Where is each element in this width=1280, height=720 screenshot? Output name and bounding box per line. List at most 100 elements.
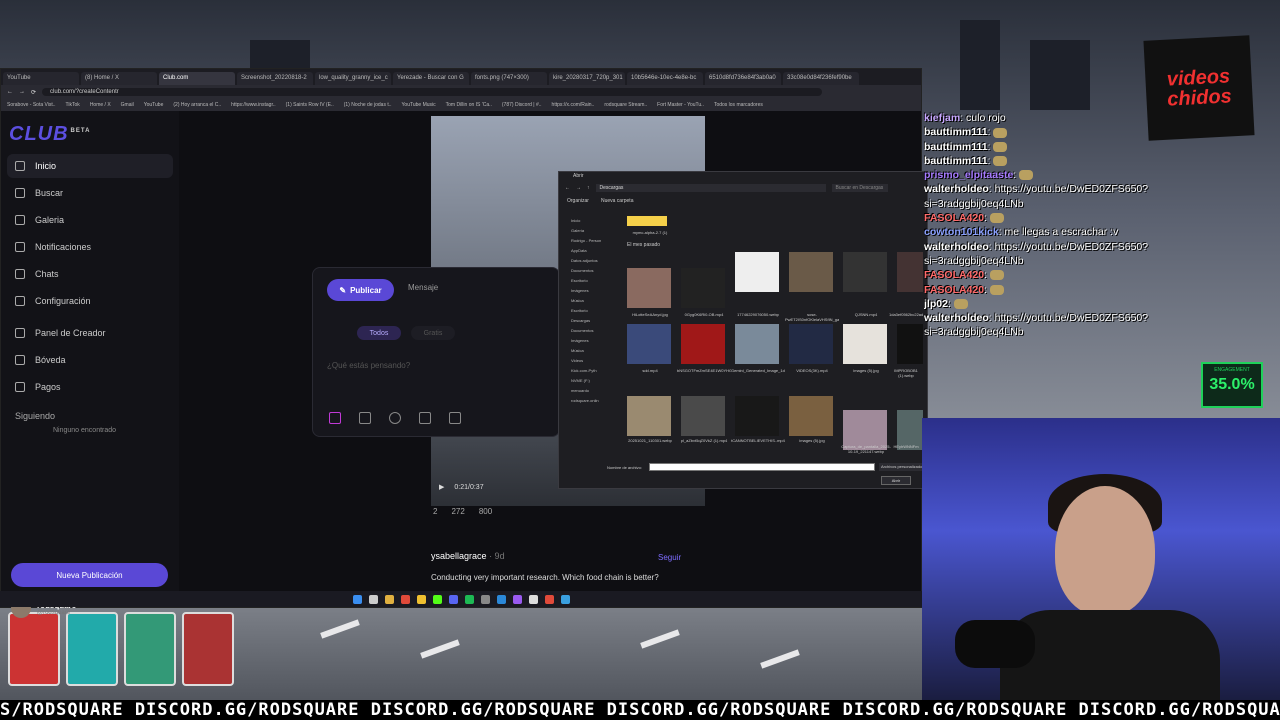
back-icon[interactable]: ←	[565, 185, 570, 191]
bookmark[interactable]: Todos los marcadores	[714, 102, 763, 108]
file-thumbnail[interactable]	[843, 324, 887, 364]
image-icon[interactable]	[359, 412, 371, 424]
follow-button[interactable]: Seguir	[658, 553, 681, 562]
bookmark[interactable]: Home / X	[90, 102, 111, 108]
kick-icon[interactable]	[432, 594, 442, 604]
price-select[interactable]: Gratis	[411, 326, 455, 340]
tree-item[interactable]: NVME (F:)	[561, 376, 615, 386]
dialog-path[interactable]: Descargas	[595, 184, 826, 192]
file-thumbnail[interactable]	[789, 396, 833, 436]
text-icon[interactable]	[329, 412, 341, 424]
tree-item[interactable]: Música	[561, 346, 615, 356]
filename-input[interactable]	[649, 463, 875, 471]
sidebar-item-galeria[interactable]: Galeria	[7, 208, 173, 232]
browser-tab-active[interactable]: Club.com	[159, 72, 235, 85]
browser-tab[interactable]: 10b5646e-10ec-4e8e-bc	[627, 72, 703, 85]
browser-tab[interactable]: YouTube	[3, 72, 79, 85]
browser-tab[interactable]: Yerezade - Buscar con G	[393, 72, 469, 85]
new-post-button[interactable]: Nueva Publicación	[11, 563, 168, 587]
browser-tab[interactable]: kire_20280317_720p_301	[549, 72, 625, 85]
file-thumbnail[interactable]	[789, 252, 833, 292]
reload-icon[interactable]: ⟳	[31, 89, 36, 96]
browser-tab[interactable]: Screenshot_20220818-2	[237, 72, 313, 85]
poll-icon[interactable]	[449, 412, 461, 424]
post-textarea[interactable]: ¿Qué estás pensando?	[327, 361, 410, 370]
tree-item[interactable]: AppData	[561, 246, 615, 256]
bookmark[interactable]: (1) Noche de jodas t..	[344, 102, 392, 108]
app-icon[interactable]	[544, 594, 554, 604]
file-thumbnail[interactable]	[789, 324, 833, 364]
tree-item[interactable]: Videos	[561, 356, 615, 366]
audio-icon[interactable]	[419, 412, 431, 424]
folder-icon[interactable]	[627, 216, 667, 226]
spotify-icon[interactable]	[464, 594, 474, 604]
bookmark[interactable]: https://www.instagr..	[231, 102, 275, 108]
discord-icon[interactable]	[448, 594, 458, 604]
up-icon[interactable]: ↑	[587, 185, 590, 191]
organize-button[interactable]: Organizar	[567, 198, 589, 204]
chat-username[interactable]: bauttimm111	[924, 126, 988, 138]
app-icon[interactable]	[496, 594, 506, 604]
tree-item[interactable]: Kick.com-Pyth	[561, 366, 615, 376]
bookmark[interactable]: Tom Dillin on IS 'Ca..	[446, 102, 492, 108]
file-thumbnail[interactable]	[681, 268, 725, 308]
bookmark[interactable]: YouTube Music	[402, 102, 436, 108]
file-thumbnail[interactable]	[627, 268, 671, 308]
app-icon[interactable]	[480, 594, 490, 604]
folder-icon[interactable]	[384, 594, 394, 604]
browser-tab[interactable]: 6510d8fd736e84f3ab0a0	[705, 72, 781, 85]
message-tab[interactable]: Mensaje	[408, 283, 438, 292]
file-thumbnail[interactable]	[681, 396, 725, 436]
tree-item[interactable]: Música	[561, 296, 615, 306]
file-thumbnail[interactable]	[735, 396, 779, 436]
tree-item[interactable]: Imágenes	[561, 336, 615, 346]
open-button[interactable]: Abrir	[881, 476, 911, 485]
browser-tab[interactable]: low_quality_granny_ice_c	[315, 72, 391, 85]
tree-item[interactable]: Datos adjuntos	[561, 256, 615, 266]
bookmark[interactable]: (1) Saints Row IV (E..	[286, 102, 334, 108]
bookmark[interactable]: Gmail	[121, 102, 134, 108]
dialog-search[interactable]: Buscar en Descargas	[831, 184, 888, 192]
tree-item[interactable]: Rodrigo - Person	[561, 236, 615, 246]
bookmark[interactable]: (787) Discord | #..	[502, 102, 542, 108]
publish-tab[interactable]: ✎ Publicar	[327, 279, 394, 301]
tree-item[interactable]: Inicio	[561, 216, 615, 226]
forward-icon[interactable]: →	[19, 89, 25, 95]
tree-item[interactable]: Documentos	[561, 266, 615, 276]
sidebar-item-buscar[interactable]: Buscar	[7, 181, 173, 205]
filetype-select[interactable]: Archivos personalizados	[879, 463, 925, 471]
chat-username[interactable]: prismo_elpitaaste	[924, 169, 1013, 181]
tree-item[interactable]: Galería	[561, 226, 615, 236]
comment-count[interactable]: 2	[433, 507, 437, 516]
file-thumbnail[interactable]	[735, 252, 779, 292]
app-icon[interactable]	[400, 594, 410, 604]
url-input[interactable]: club.com/?createContentr	[42, 88, 823, 96]
tree-item[interactable]: Escritorio	[561, 276, 615, 286]
browser-tab[interactable]: fonts.png (747×300)	[471, 72, 547, 85]
chrome-icon[interactable]	[416, 594, 426, 604]
file-thumbnail[interactable]	[735, 324, 779, 364]
browser-tab[interactable]: (8) Home / X	[81, 72, 157, 85]
app-icon[interactable]	[528, 594, 538, 604]
app-icon[interactable]	[512, 594, 522, 604]
tree-item[interactable]: rodsquare.onlin	[561, 396, 615, 406]
chat-username[interactable]: bauttimm111	[924, 155, 988, 167]
back-icon[interactable]: ←	[7, 89, 13, 95]
file-thumbnail[interactable]	[843, 252, 887, 292]
emoji-icon[interactable]	[389, 412, 401, 424]
tree-item[interactable]: Documentos	[561, 326, 615, 336]
chat-username[interactable]: walterholdeo	[924, 241, 989, 253]
bookmark[interactable]: TikTok	[66, 102, 80, 108]
bookmark[interactable]: Sorabove - Sota Vist..	[7, 102, 56, 108]
chat-username[interactable]: FASOLA420	[924, 284, 984, 296]
audience-select[interactable]: Todos	[357, 326, 401, 340]
sidebar-item-boveda[interactable]: Bóveda	[7, 348, 173, 372]
play-icon[interactable]: ▶	[439, 483, 444, 491]
like-count[interactable]: 272	[451, 507, 464, 516]
bookmark[interactable]: Fort Master - YouTu..	[657, 102, 704, 108]
bookmark[interactable]: https://x.com/Rain..	[552, 102, 595, 108]
chat-username[interactable]: bauttimm111	[924, 141, 988, 153]
file-thumbnail[interactable]	[681, 324, 725, 364]
forward-icon[interactable]: →	[576, 185, 581, 191]
bookmark[interactable]: YouTube	[144, 102, 164, 108]
